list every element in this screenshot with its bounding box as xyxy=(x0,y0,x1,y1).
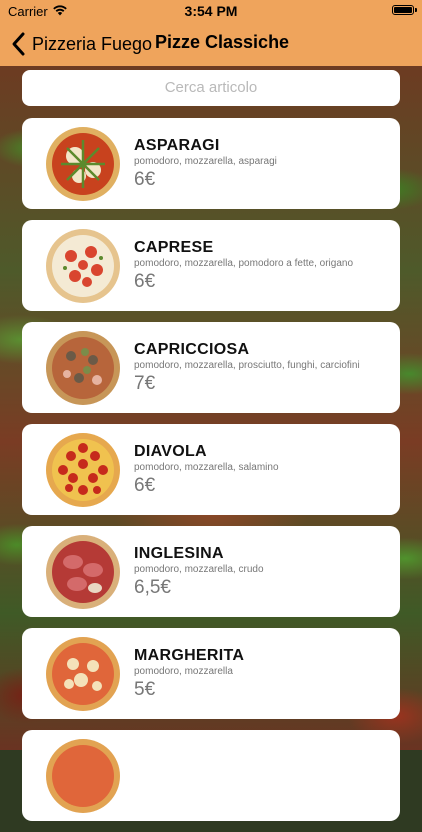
search-input[interactable] xyxy=(22,70,400,106)
item-price: 6€ xyxy=(134,475,156,496)
item-ingredients: pomodoro, mozzarella, prosciutto, funghi… xyxy=(134,360,360,371)
pizza-capricciosa-image xyxy=(46,331,120,405)
pizza-next-image xyxy=(46,739,120,813)
list-item-inglesina[interactable]: INGLESINA pomodoro, mozzarella, crudo 6,… xyxy=(22,526,400,617)
item-name: MARGHERITA xyxy=(134,647,245,664)
item-name: CAPRESE xyxy=(134,239,214,256)
list-item-diavola[interactable]: DIAVOLA pomodoro, mozzarella, salamino 6… xyxy=(22,424,400,515)
list-item-next-partial[interactable] xyxy=(22,730,400,821)
item-price: 7€ xyxy=(134,373,156,394)
clock: 3:54 PM xyxy=(184,3,238,19)
item-name: CAPRICCIOSA xyxy=(134,341,250,358)
item-name: INGLESINA xyxy=(134,545,224,562)
item-ingredients: pomodoro, mozzarella xyxy=(134,666,233,677)
item-ingredients: pomodoro, mozzarella, asparagi xyxy=(134,156,277,167)
pizza-caprese-image xyxy=(46,229,120,303)
item-price: 6€ xyxy=(134,169,156,190)
item-price: 5€ xyxy=(134,679,156,700)
list-item-capricciosa[interactable]: CAPRICCIOSA pomodoro, mozzarella, prosci… xyxy=(22,322,400,413)
pizza-inglesina-image xyxy=(46,535,120,609)
item-price: 6,5€ xyxy=(134,577,171,598)
chevron-left-icon xyxy=(12,32,25,56)
pizza-diavola-image xyxy=(46,433,120,507)
battery-icon xyxy=(392,5,417,15)
item-ingredients: pomodoro, mozzarella, salamino xyxy=(134,462,279,473)
list-item-caprese[interactable]: CAPRESE pomodoro, mozzarella, pomodoro a… xyxy=(22,220,400,311)
status-bar: Carrier 3:54 PM xyxy=(0,0,422,22)
item-name: ASPARAGI xyxy=(134,137,220,154)
product-list: ASPARAGI pomodoro, mozzarella, asparagi … xyxy=(22,118,400,832)
navigation-bar: Pizzeria Fuego Pizze Classiche xyxy=(0,22,422,66)
pizza-asparagi-image xyxy=(46,127,120,201)
list-item-asparagi[interactable]: ASPARAGI pomodoro, mozzarella, asparagi … xyxy=(22,118,400,209)
item-name: DIAVOLA xyxy=(134,443,207,460)
item-price: 6€ xyxy=(134,271,156,292)
pizza-margherita-image xyxy=(46,637,120,711)
back-button[interactable]: Pizzeria Fuego xyxy=(8,30,152,58)
back-button-label: Pizzeria Fuego xyxy=(32,33,153,54)
page-title: Pizze Classiche xyxy=(155,32,290,52)
item-ingredients: pomodoro, mozzarella, crudo xyxy=(134,564,264,575)
list-item-margherita[interactable]: MARGHERITA pomodoro, mozzarella 5€ xyxy=(22,628,400,719)
item-ingredients: pomodoro, mozzarella, pomodoro a fette, … xyxy=(134,258,354,269)
